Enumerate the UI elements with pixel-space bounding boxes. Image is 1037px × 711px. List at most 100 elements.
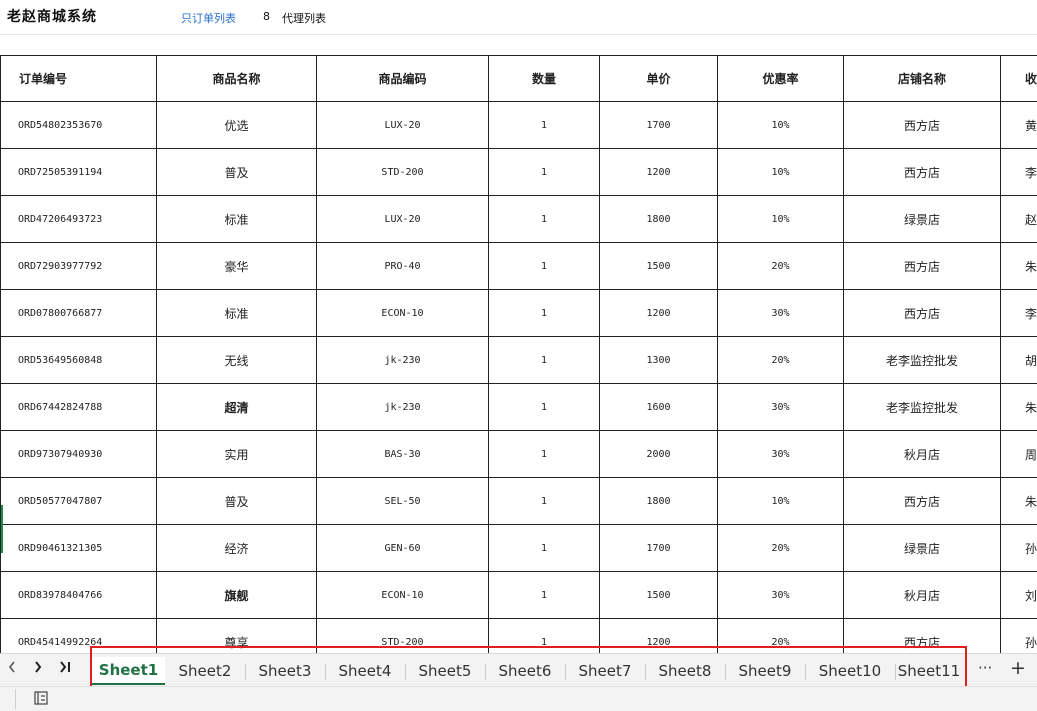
- cell-unit-price[interactable]: 1500: [600, 572, 718, 619]
- cell-discount-rate[interactable]: 30%: [718, 384, 844, 431]
- cell-unit-price[interactable]: 1200: [600, 290, 718, 337]
- cell-product-name[interactable]: 经济: [157, 525, 317, 572]
- cell-receiver[interactable]: 胡: [1001, 337, 1037, 384]
- cell-receiver[interactable]: 朱: [1001, 478, 1037, 525]
- table-row[interactable]: ORD97307940930实用BAS-301200030%秋月店周: [1, 431, 1037, 478]
- cell-unit-price[interactable]: 1700: [600, 102, 718, 149]
- cell-store-name[interactable]: 绿景店: [844, 525, 1001, 572]
- cell-unit-price[interactable]: 2000: [600, 431, 718, 478]
- cell-product-code[interactable]: GEN-60: [317, 525, 489, 572]
- cell-order-id[interactable]: ORD72505391194: [1, 149, 157, 196]
- cell-unit-price[interactable]: 1800: [600, 478, 718, 525]
- cell-quantity[interactable]: 1: [489, 337, 600, 384]
- table-row[interactable]: ORD72903977792豪华PRO-401150020%西方店朱: [1, 243, 1037, 290]
- cell-quantity[interactable]: 1: [489, 431, 600, 478]
- cell-quantity[interactable]: 1: [489, 149, 600, 196]
- table-row[interactable]: ORD67442824788超清jk-2301160030%老李监控批发朱: [1, 384, 1037, 431]
- cell-product-code[interactable]: PRO-40: [317, 243, 489, 290]
- table-row[interactable]: ORD54802353670优选LUX-201170010%西方店黄: [1, 102, 1037, 149]
- cell-discount-rate[interactable]: 30%: [718, 431, 844, 478]
- cell-product-code[interactable]: ECON-10: [317, 572, 489, 619]
- table-row[interactable]: ORD53649560848无线jk-2301130020%老李监控批发胡: [1, 337, 1037, 384]
- cell-unit-price[interactable]: 1300: [600, 337, 718, 384]
- cell-receiver[interactable]: 孙: [1001, 525, 1037, 572]
- cell-order-id[interactable]: ORD54802353670: [1, 102, 157, 149]
- table-row[interactable]: ORD90461321305经济GEN-601170020%绿景店孙: [1, 525, 1037, 572]
- cell-product-code[interactable]: jk-230: [317, 384, 489, 431]
- cell-receiver[interactable]: 刘: [1001, 572, 1037, 619]
- plus-icon[interactable]: +: [1010, 657, 1026, 679]
- cell-product-name[interactable]: 实用: [157, 431, 317, 478]
- cell-order-id[interactable]: ORD72903977792: [1, 243, 157, 290]
- cell-quantity[interactable]: 1: [489, 243, 600, 290]
- cell-discount-rate[interactable]: 30%: [718, 572, 844, 619]
- cell-product-name[interactable]: 普及: [157, 149, 317, 196]
- cell-receiver[interactable]: 李: [1001, 290, 1037, 337]
- cell-discount-rate[interactable]: 10%: [718, 149, 844, 196]
- cell-discount-rate[interactable]: 10%: [718, 196, 844, 243]
- cell-receiver[interactable]: 朱: [1001, 243, 1037, 290]
- cell-quantity[interactable]: 1: [489, 290, 600, 337]
- table-row[interactable]: ORD72505391194普及STD-2001120010%西方店李: [1, 149, 1037, 196]
- cell-unit-price[interactable]: 1200: [600, 149, 718, 196]
- chevron-right-icon[interactable]: [33, 660, 43, 678]
- table-row[interactable]: ORD47206493723标准LUX-201180010%绿景店赵: [1, 196, 1037, 243]
- cell-unit-price[interactable]: 1500: [600, 243, 718, 290]
- cell-store-name[interactable]: 老李监控批发: [844, 337, 1001, 384]
- cell-product-code[interactable]: BAS-30: [317, 431, 489, 478]
- cell-product-name[interactable]: 旗舰: [157, 572, 317, 619]
- cell-quantity[interactable]: 1: [489, 572, 600, 619]
- cell-quantity[interactable]: 1: [489, 525, 600, 572]
- cell-discount-rate[interactable]: 20%: [718, 337, 844, 384]
- sheet-list-icon[interactable]: [33, 690, 49, 706]
- cell-store-name[interactable]: 老李监控批发: [844, 384, 1001, 431]
- cell-order-id[interactable]: ORD83978404766: [1, 572, 157, 619]
- cell-order-id[interactable]: ORD07800766877: [1, 290, 157, 337]
- cell-order-id[interactable]: ORD50577047807: [1, 478, 157, 525]
- cell-order-id[interactable]: ORD90461321305: [1, 525, 157, 572]
- cell-receiver[interactable]: 赵: [1001, 196, 1037, 243]
- cell-order-id[interactable]: ORD97307940930: [1, 431, 157, 478]
- cell-discount-rate[interactable]: 30%: [718, 290, 844, 337]
- cell-store-name[interactable]: 西方店: [844, 290, 1001, 337]
- cell-unit-price[interactable]: 1700: [600, 525, 718, 572]
- cell-product-name[interactable]: 普及: [157, 478, 317, 525]
- cell-order-id[interactable]: ORD47206493723: [1, 196, 157, 243]
- cell-unit-price[interactable]: 1800: [600, 196, 718, 243]
- last-sheet-icon[interactable]: [58, 660, 72, 678]
- cell-product-name[interactable]: 豪华: [157, 243, 317, 290]
- cell-store-name[interactable]: 西方店: [844, 102, 1001, 149]
- cell-store-name[interactable]: 西方店: [844, 478, 1001, 525]
- table-row[interactable]: ORD50577047807普及SEL-501180010%西方店朱: [1, 478, 1037, 525]
- cell-store-name[interactable]: 秋月店: [844, 431, 1001, 478]
- cell-product-name[interactable]: 优选: [157, 102, 317, 149]
- cell-product-name[interactable]: 标准: [157, 290, 317, 337]
- cell-product-code[interactable]: LUX-20: [317, 196, 489, 243]
- cell-order-id[interactable]: ORD53649560848: [1, 337, 157, 384]
- cell-discount-rate[interactable]: 10%: [718, 102, 844, 149]
- cell-receiver[interactable]: 李: [1001, 149, 1037, 196]
- table-row[interactable]: ORD07800766877标准ECON-101120030%西方店李: [1, 290, 1037, 337]
- cell-order-id[interactable]: ORD67442824788: [1, 384, 157, 431]
- cell-store-name[interactable]: 西方店: [844, 149, 1001, 196]
- cell-product-name[interactable]: 超清: [157, 384, 317, 431]
- cell-quantity[interactable]: 1: [489, 196, 600, 243]
- cell-product-code[interactable]: LUX-20: [317, 102, 489, 149]
- table-row[interactable]: ORD83978404766旗舰ECON-101150030%秋月店刘: [1, 572, 1037, 619]
- cell-store-name[interactable]: 绿景店: [844, 196, 1001, 243]
- cell-discount-rate[interactable]: 10%: [718, 478, 844, 525]
- cell-store-name[interactable]: 西方店: [844, 243, 1001, 290]
- cell-product-name[interactable]: 无线: [157, 337, 317, 384]
- cell-product-name[interactable]: 标准: [157, 196, 317, 243]
- cell-product-code[interactable]: STD-200: [317, 149, 489, 196]
- cell-product-code[interactable]: ECON-10: [317, 290, 489, 337]
- cell-product-code[interactable]: SEL-50: [317, 478, 489, 525]
- cell-discount-rate[interactable]: 20%: [718, 525, 844, 572]
- cell-receiver[interactable]: 孙: [1001, 619, 1037, 654]
- cell-unit-price[interactable]: 1600: [600, 384, 718, 431]
- cell-quantity[interactable]: 1: [489, 102, 600, 149]
- more-icon[interactable]: ···: [978, 659, 992, 677]
- cell-receiver[interactable]: 黄: [1001, 102, 1037, 149]
- cell-quantity[interactable]: 1: [489, 478, 600, 525]
- cell-store-name[interactable]: 秋月店: [844, 572, 1001, 619]
